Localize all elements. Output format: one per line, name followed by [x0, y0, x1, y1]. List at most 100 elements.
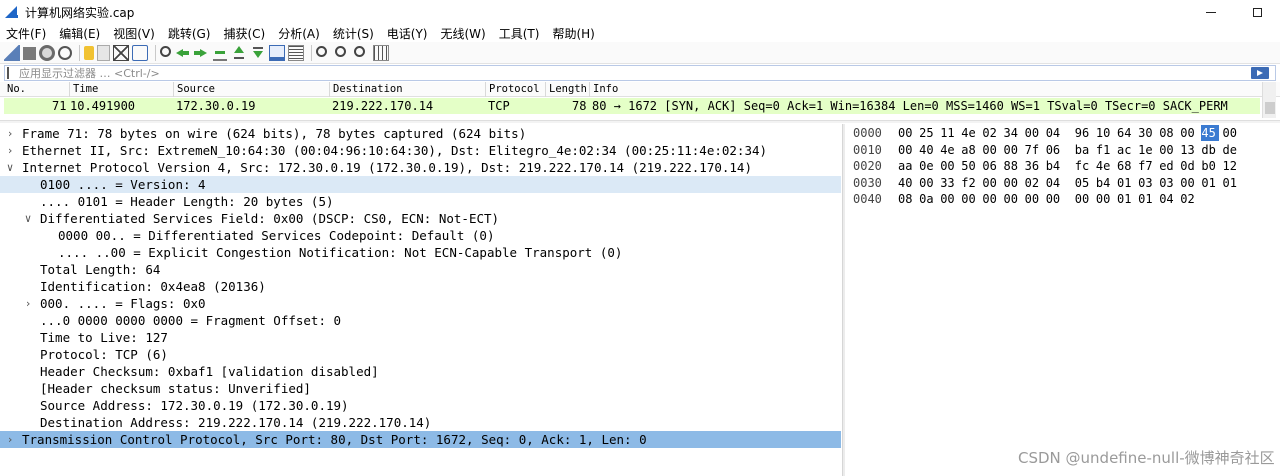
scrollbar-thumb[interactable] — [1265, 102, 1275, 114]
hex-byte[interactable]: 00 — [1025, 191, 1043, 207]
chevron-right-icon[interactable]: › — [22, 295, 34, 312]
detail-tree-item[interactable]: ∨ Differentiated Services Field: 0x00 (DS… — [0, 210, 841, 227]
detail-tree-item[interactable]: › Transmission Control Protocol, Src Port… — [0, 431, 841, 448]
column-header-time[interactable]: Time — [70, 82, 174, 97]
zoom-reset-icon[interactable] — [354, 45, 365, 57]
menu-tools[interactable]: 工具(T) — [499, 25, 540, 42]
hex-byte[interactable]: 00 — [1180, 125, 1198, 141]
options-icon[interactable] — [58, 45, 72, 60]
hex-byte[interactable]: 00 — [1223, 125, 1241, 141]
hex-byte[interactable]: 0e — [919, 158, 937, 174]
hex-byte[interactable]: 50 — [961, 158, 979, 174]
close-file-icon[interactable] — [113, 44, 129, 61]
hex-byte[interactable]: 02 — [982, 125, 1000, 141]
detail-tree-item[interactable]: 0100 .... = Version: 4 — [0, 176, 841, 193]
hex-byte[interactable]: f1 — [1096, 142, 1114, 158]
hex-byte[interactable]: 01 — [1201, 175, 1219, 191]
hex-byte[interactable]: 64 — [1117, 125, 1135, 141]
menu-file[interactable]: 文件(F) — [6, 25, 46, 42]
vertical-splitter[interactable] — [842, 124, 845, 476]
hex-byte[interactable]: 00 — [1004, 142, 1022, 158]
back-arrow-icon[interactable] — [174, 45, 190, 61]
hex-byte[interactable]: 03 — [1138, 175, 1156, 191]
apply-filter-icon[interactable] — [1251, 67, 1269, 79]
column-header-info[interactable]: Info — [590, 82, 1240, 97]
hex-byte[interactable]: 02 — [1025, 175, 1043, 191]
chevron-right-icon[interactable]: › — [4, 142, 16, 159]
hex-byte[interactable]: aa — [898, 158, 916, 174]
detail-tree-item[interactable]: 0000 00.. = Differentiated Services Code… — [0, 227, 841, 244]
hex-byte[interactable]: 00 — [1004, 191, 1022, 207]
hex-byte[interactable]: 00 — [1096, 191, 1114, 207]
hex-byte[interactable]: 34 — [1004, 125, 1022, 141]
hex-byte[interactable]: 00 — [1004, 175, 1022, 191]
hex-byte[interactable]: 4e — [961, 125, 979, 141]
hex-byte[interactable]: 36 — [1025, 158, 1043, 174]
hex-byte[interactable]: ed — [1159, 158, 1177, 174]
detail-tree-item[interactable]: Protocol: TCP (6) — [0, 346, 841, 363]
column-header-source[interactable]: Source — [174, 82, 330, 97]
pane-splitter[interactable] — [0, 120, 1280, 123]
hex-byte[interactable]: 00 — [940, 191, 958, 207]
maximize-button[interactable] — [1234, 0, 1280, 24]
hex-byte[interactable]: 1e — [1138, 142, 1156, 158]
hex-byte[interactable]: 04 — [1046, 175, 1064, 191]
hex-byte[interactable]: 68 — [1117, 158, 1135, 174]
zoom-out-icon[interactable] — [335, 45, 346, 57]
hex-byte[interactable]: 05 — [1075, 175, 1093, 191]
hex-byte[interactable]: fc — [1075, 158, 1093, 174]
hex-byte[interactable]: 00 — [1046, 191, 1064, 207]
shark-fin-icon[interactable] — [4, 44, 20, 61]
file-icon[interactable] — [97, 44, 110, 61]
hex-byte[interactable]: b4 — [1046, 158, 1064, 174]
reload-icon[interactable] — [132, 44, 148, 61]
chevron-right-icon[interactable]: › — [4, 125, 16, 142]
hex-byte[interactable]: b4 — [1096, 175, 1114, 191]
hex-byte[interactable]: 00 — [982, 191, 1000, 207]
colorize-icon[interactable] — [288, 44, 304, 61]
forward-arrow-icon[interactable] — [193, 45, 209, 61]
detail-tree-item[interactable]: › Frame 71: 78 bytes on wire (624 bits), … — [0, 125, 841, 142]
autoscroll-icon[interactable] — [269, 44, 285, 61]
hex-byte[interactable]: 01 — [1117, 175, 1135, 191]
detail-tree-item[interactable]: › 000. .... = Flags: 0x0 — [0, 295, 841, 312]
detail-tree-item[interactable]: ...0 0000 0000 0000 = Fragment Offset: 0 — [0, 312, 841, 329]
detail-tree-item[interactable]: ∨ Internet Protocol Version 4, Src: 172.3… — [0, 159, 841, 176]
hex-byte[interactable]: 25 — [919, 125, 937, 141]
hex-byte[interactable]: 00 — [1025, 125, 1043, 141]
menu-help[interactable]: 帮助(H) — [552, 25, 594, 42]
hex-byte[interactable]: 08 — [898, 191, 916, 207]
menu-edit[interactable]: 编辑(E) — [59, 25, 100, 42]
detail-tree-item[interactable]: Source Address: 172.30.0.19 (172.30.0.19… — [0, 397, 841, 414]
hex-byte[interactable]: 00 — [961, 191, 979, 207]
first-packet-icon[interactable] — [231, 45, 247, 61]
hex-byte[interactable]: 33 — [940, 175, 958, 191]
hex-byte[interactable]: 06 — [982, 158, 1000, 174]
open-folder-icon[interactable] — [84, 45, 94, 60]
hex-byte[interactable]: ac — [1117, 142, 1135, 158]
hex-byte[interactable]: 00 — [919, 175, 937, 191]
detail-tree-item[interactable]: [Header checksum status: Unverified] — [0, 380, 841, 397]
column-header-no[interactable]: No. — [4, 82, 70, 97]
hex-byte[interactable]: 04 — [1046, 125, 1064, 141]
hex-byte[interactable]: 10 — [1096, 125, 1114, 141]
hex-byte[interactable]: f2 — [961, 175, 979, 191]
detail-tree-item[interactable]: Header Checksum: 0xbaf1 [validation disa… — [0, 363, 841, 380]
stop-icon[interactable] — [23, 46, 36, 60]
hex-byte[interactable]: 04 — [1159, 191, 1177, 207]
menu-statistics[interactable]: 统计(S) — [333, 25, 374, 42]
hex-byte[interactable]: a8 — [961, 142, 979, 158]
hex-byte[interactable]: 00 — [1075, 191, 1093, 207]
hex-byte[interactable]: 00 — [1159, 142, 1177, 158]
packet-list-row[interactable]: 71 10.491900 172.30.0.19 219.222.170.14 … — [4, 98, 1260, 114]
bookmark-icon[interactable] — [7, 67, 15, 79]
detail-tree-item[interactable]: .... ..00 = Explicit Congestion Notifica… — [0, 244, 841, 261]
detail-tree-item[interactable]: Total Length: 64 — [0, 261, 841, 278]
hex-byte[interactable]: 40 — [898, 175, 916, 191]
hex-byte[interactable]: 40 — [919, 142, 937, 158]
column-header-length[interactable]: Length — [546, 82, 590, 97]
hex-byte[interactable]: 00 — [940, 158, 958, 174]
hex-byte[interactable]: db — [1201, 142, 1219, 158]
chevron-right-icon[interactable]: › — [4, 431, 16, 448]
hex-byte[interactable]: 30 — [1138, 125, 1156, 141]
